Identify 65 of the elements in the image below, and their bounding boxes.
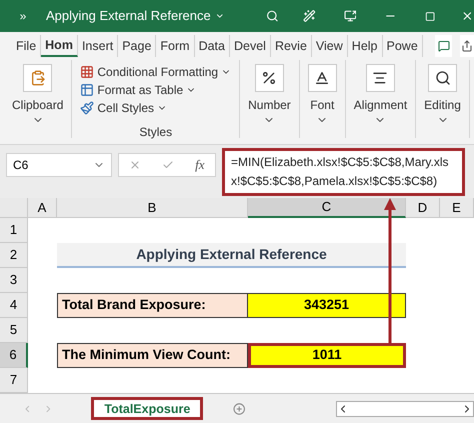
column-header[interactable]: C xyxy=(248,198,406,218)
ribbon-group-label[interactable]: Font xyxy=(310,96,334,114)
ribbon-tab[interactable]: Data xyxy=(194,35,230,57)
ribbon-tab[interactable]: File xyxy=(12,35,42,57)
ribbon-group-button[interactable] xyxy=(254,64,284,92)
clipboard-icon xyxy=(30,70,46,86)
ribbon-menu-button[interactable]: Conditional Formatting xyxy=(80,63,232,81)
ribbon-tab[interactable]: Powe xyxy=(382,35,423,57)
wand-icon[interactable] xyxy=(302,8,316,24)
label-cell: Total Brand Exposure: xyxy=(57,293,248,318)
sheet-title-cell: Applying External Reference xyxy=(57,243,406,268)
row-header[interactable]: 3 xyxy=(0,268,28,293)
ribbon-group-button[interactable] xyxy=(366,64,395,92)
comment-icon xyxy=(438,40,450,52)
row-header[interactable]: 2 xyxy=(0,243,28,268)
search-icon[interactable] xyxy=(266,8,279,24)
label-cell: The Minimum View Count: xyxy=(57,343,248,368)
row-header[interactable]: 4 xyxy=(0,293,28,318)
ribbon-tab[interactable]: Hom xyxy=(41,35,78,57)
maximize-icon[interactable] xyxy=(425,10,436,22)
row-header[interactable]: 1 xyxy=(0,218,28,243)
value-cell: 343251 xyxy=(248,293,406,318)
ribbon-group-button[interactable] xyxy=(308,64,337,92)
percent-icon xyxy=(261,70,278,86)
share-button[interactable] xyxy=(460,35,474,57)
row-header[interactable]: 6 xyxy=(0,343,28,368)
insert-function-button[interactable]: fx xyxy=(195,155,205,175)
value-cell: 1011 xyxy=(248,343,406,368)
screen-share-icon[interactable] xyxy=(344,8,356,24)
ribbon-group-label[interactable]: Alignment xyxy=(354,96,408,114)
ribbon-tab[interactable]: Page xyxy=(118,35,156,57)
comments-button[interactable] xyxy=(434,35,452,57)
ribbon-menu-button[interactable]: Cell Styles xyxy=(80,99,232,117)
add-sheet-icon[interactable] xyxy=(233,402,246,416)
quick-access-toggle[interactable]: » xyxy=(0,7,46,25)
name-box[interactable]: C6 xyxy=(6,153,112,177)
ribbon-group-label[interactable]: Editing xyxy=(424,96,461,114)
paintbrush-icon xyxy=(80,101,94,115)
row-header[interactable]: 5 xyxy=(0,318,28,343)
ribbon-tab[interactable]: Devel xyxy=(230,35,271,57)
ribbon-group-label[interactable]: Number xyxy=(248,96,291,114)
ribbon-tab[interactable]: Revie xyxy=(270,35,312,57)
ribbon-tab[interactable]: Help xyxy=(348,35,383,57)
search-icon xyxy=(434,70,451,86)
column-header[interactable]: B xyxy=(57,198,248,218)
formula-field[interactable]: =MIN(Elizabeth.xlsx!$C$5:$C$8,Mary.xlsx!$C$5:$C$8,Pamela.xlsx!$C$5:$C$8) xyxy=(222,148,465,196)
row-header[interactable]: 7 xyxy=(0,368,28,393)
table-icon xyxy=(80,83,94,97)
column-header[interactable]: E xyxy=(440,198,474,218)
ribbon-menu-button[interactable]: Format as Table xyxy=(80,81,232,99)
column-header[interactable]: D xyxy=(406,198,440,218)
ribbon-group-label[interactable]: Clipboard xyxy=(12,96,64,114)
ribbon-tab[interactable]: Form xyxy=(156,35,195,57)
ribbon-tab[interactable]: Insert xyxy=(78,35,118,57)
align-center-icon xyxy=(372,70,388,86)
ribbon-group-label: Styles xyxy=(139,124,172,141)
font-color-icon xyxy=(314,70,330,86)
share-icon xyxy=(461,40,474,52)
horizontal-scrollbar[interactable] xyxy=(336,400,474,416)
ribbon-tab[interactable]: View xyxy=(312,35,348,57)
window-title[interactable]: Applying External Reference xyxy=(46,6,211,26)
ribbon-group-button[interactable] xyxy=(428,64,458,92)
sheet-tab[interactable]: TotalExposure xyxy=(91,397,204,420)
grid-icon xyxy=(80,65,94,79)
column-header[interactable]: A xyxy=(28,198,57,218)
